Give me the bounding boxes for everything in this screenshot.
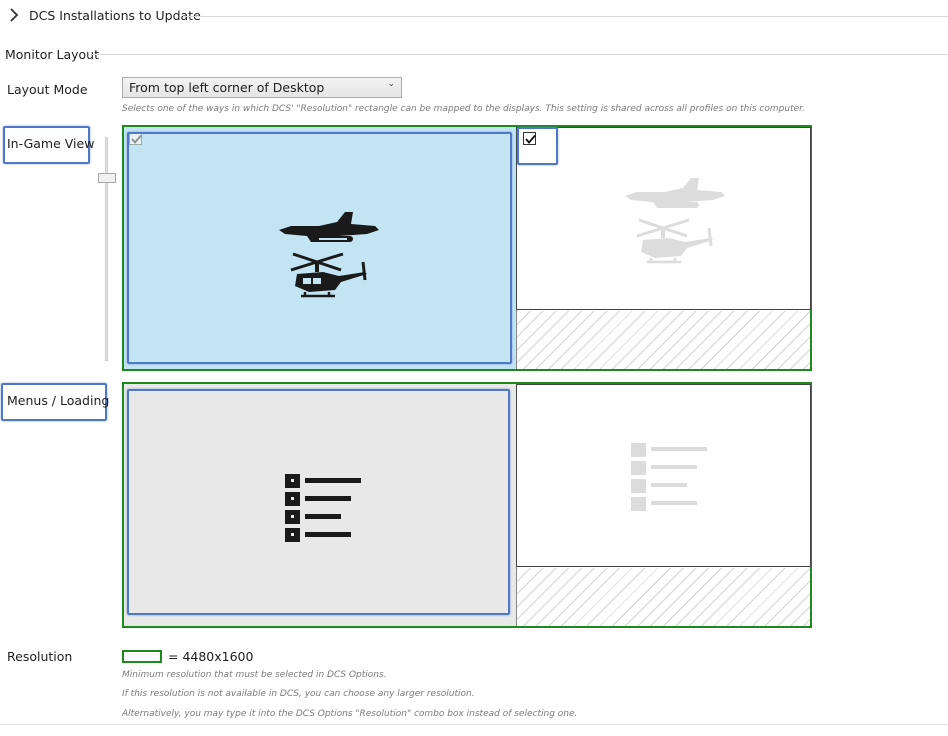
- menu-list-icon: [631, 443, 707, 511]
- installations-section-title: DCS Installations to Update: [29, 8, 201, 23]
- layout-mode-label: Layout Mode: [7, 82, 88, 97]
- layout-mode-selected-value: From top left corner of Desktop: [129, 80, 325, 95]
- resolution-hint-3: Alternatively, you may type it into the …: [122, 709, 578, 719]
- resolution-legend-swatch: [122, 650, 162, 663]
- section-divider: [92, 54, 948, 55]
- resolution-hint-2: If this resolution is not available in D…: [122, 689, 475, 699]
- menus-loading-label: Menus / Loading: [7, 393, 110, 408]
- menus-monitor-2[interactable]: [516, 384, 811, 567]
- layout-mode-dropdown[interactable]: From top left corner of Desktop ⌄: [122, 77, 402, 98]
- in-game-monitor-2[interactable]: [516, 127, 811, 310]
- bottom-divider: [0, 724, 948, 725]
- resolution-hint-1: Minimum resolution that must be selected…: [122, 670, 387, 680]
- chevron-right-icon: [10, 8, 19, 22]
- section-divider: [183, 16, 948, 17]
- installations-expander[interactable]: DCS Installations to Update: [0, 0, 948, 32]
- resolution-label: Resolution: [7, 649, 73, 664]
- menus-monitor-1-callout: [127, 389, 510, 615]
- in-game-view-label: In-Game View: [7, 136, 95, 151]
- in-game-hatched-unused-area: [517, 311, 810, 369]
- layout-mode-hint: Selects one of the ways in which DCS' "R…: [122, 104, 805, 114]
- aircraft-icon: [625, 178, 725, 264]
- monitor-layout-title: Monitor Layout: [5, 47, 99, 62]
- resolution-value: = 4480x1600: [168, 649, 254, 664]
- in-game-monitor-2-checkbox-callout: [517, 127, 558, 165]
- vertical-slider-track[interactable]: [105, 137, 108, 361]
- vertical-slider-thumb[interactable]: [98, 173, 116, 183]
- menus-hatched-unused-area: [517, 568, 810, 626]
- in-game-monitor-1-callout: [127, 132, 512, 364]
- chevron-down-icon: ⌄: [387, 79, 395, 89]
